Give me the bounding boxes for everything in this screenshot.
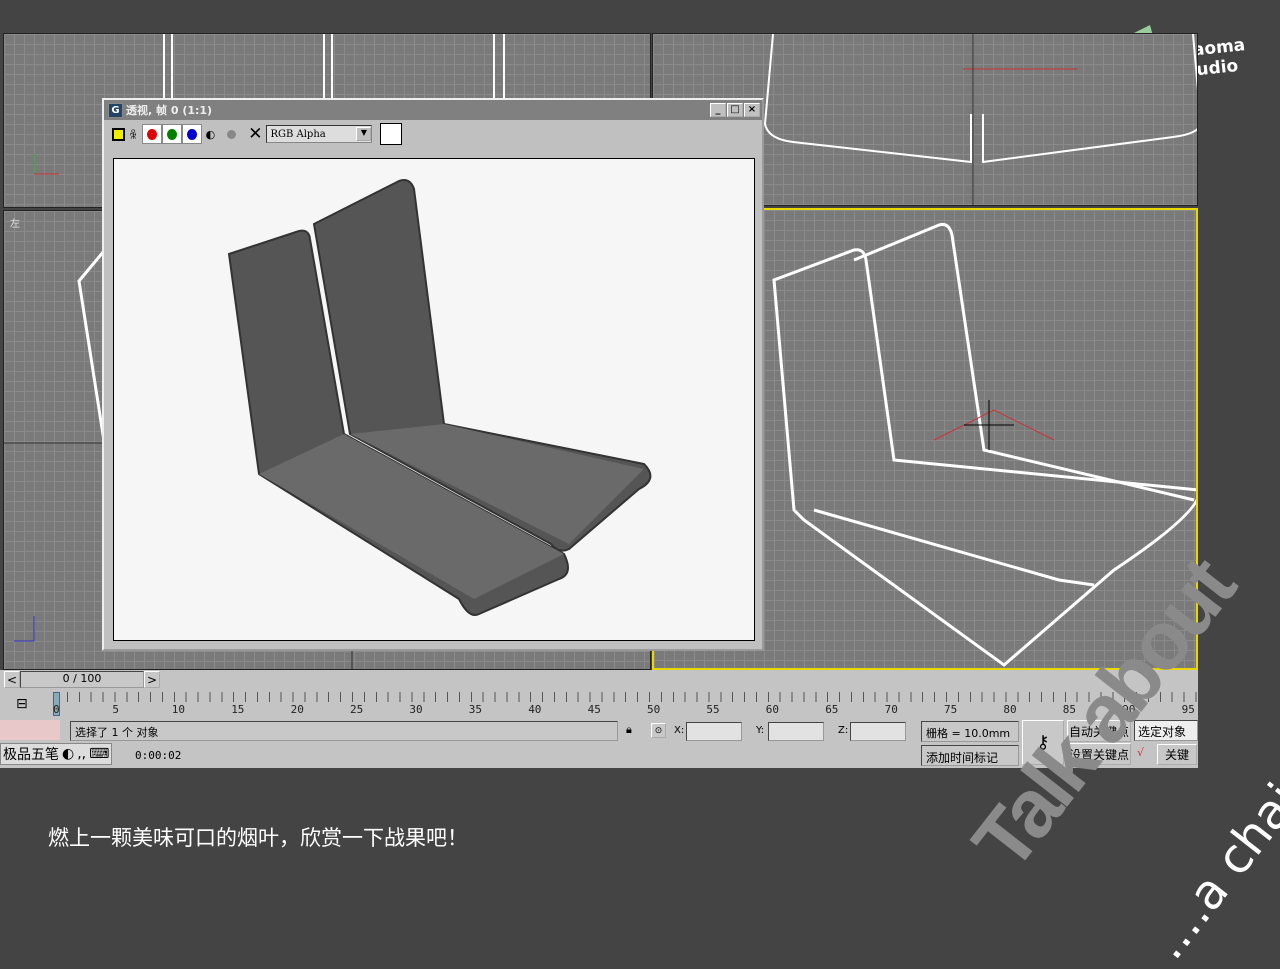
timeline-tick-label: 80	[1003, 703, 1017, 716]
timeline-tick-label: 5	[112, 703, 120, 716]
app-icon: G	[108, 102, 123, 118]
green-channel-button[interactable]	[161, 124, 182, 144]
timeline-tick-label: 40	[528, 703, 542, 716]
timeline-ruler[interactable]	[55, 692, 1198, 718]
x-coordinate-input[interactable]	[686, 722, 742, 741]
z-label: Z:	[838, 725, 849, 736]
window-title: 透视, 帧 0 (1:1)	[126, 104, 213, 117]
timeline-tick-label: 20	[290, 703, 304, 716]
moon-icon[interactable]: ◐	[62, 746, 74, 762]
save-icon[interactable]	[112, 127, 125, 141]
timeline-tick-label: 35	[468, 703, 483, 716]
prev-frame-button[interactable]: <	[4, 671, 20, 688]
alpha-icon[interactable]	[227, 129, 237, 139]
green-channel-icon	[166, 128, 177, 140]
watermark-subtitle: ....a chair	[1140, 757, 1280, 969]
timeline-tick-label: 70	[884, 703, 898, 716]
window-titlebar: G 透视, 帧 0 (1:1) _ □ ×	[104, 100, 762, 120]
render-frame-window: G 透视, 帧 0 (1:1) _ □ × ꆜ ◐ ✕ RGB Alpha ▼	[102, 98, 764, 651]
transform-mode-icon[interactable]: ⊙	[651, 723, 666, 738]
mono-icon[interactable]: ◐	[206, 128, 216, 141]
add-time-tag-button[interactable]: 添加时间标记	[921, 745, 1019, 766]
clone-icon[interactable]: ꆜ	[129, 127, 138, 142]
channel-select-value: RGB Alpha	[270, 128, 326, 140]
close-button[interactable]: ×	[744, 103, 760, 117]
next-frame-button[interactable]: >	[144, 671, 160, 688]
red-channel-icon	[146, 128, 157, 140]
timeline-tick-label: 30	[409, 703, 423, 716]
render-toolbar: ꆜ ◐ ✕ RGB Alpha ▼	[104, 120, 762, 148]
rendered-chair	[227, 179, 652, 616]
timeline-tick-label: 55	[706, 703, 720, 716]
timeline-tick-label: 60	[765, 703, 780, 716]
timeline-tick-label: 65	[825, 703, 839, 716]
blue-channel-icon	[186, 128, 197, 140]
chevron-down-icon[interactable]: ▼	[356, 127, 372, 141]
key-filters-button[interactable]: 关键	[1157, 744, 1197, 765]
z-coordinate-input[interactable]	[850, 722, 906, 741]
red-channel-button[interactable]	[141, 124, 162, 144]
clear-icon[interactable]: ✕	[248, 124, 262, 144]
script-listener[interactable]	[0, 720, 60, 740]
y-coordinate-input[interactable]	[768, 722, 824, 741]
lock-icon[interactable]: 🔒︎	[626, 723, 632, 737]
track-bar-icon[interactable]: ⊟	[16, 696, 28, 712]
selection-status: 选择了 1 个 对象	[70, 721, 618, 741]
render-canvas	[113, 158, 755, 641]
time-display: 0:00:02	[135, 749, 182, 762]
blue-channel-button[interactable]	[181, 124, 202, 144]
grid-size: 栅格 = 10.0mm	[921, 721, 1019, 742]
color-swatch[interactable]	[380, 123, 403, 145]
minimize-button[interactable]: _	[710, 103, 726, 117]
timeline-tick-label: 10	[171, 703, 186, 716]
timeline-tick-label: 95	[1181, 703, 1195, 716]
timeline-tick-label: 75	[944, 703, 958, 716]
time-slider[interactable]: 0 / 100	[20, 671, 144, 688]
caption-text: 燃上一颗美味可口的烟叶，欣赏一下战果吧！	[48, 826, 468, 850]
ime-toolbar[interactable]: 极品五笔 ◐,, ⌨	[0, 743, 113, 765]
timeline-tick-label: 25	[350, 703, 364, 716]
x-label: X:	[674, 725, 685, 736]
punctuation-icon[interactable]: ,,	[77, 746, 86, 762]
y-label: Y:	[756, 725, 765, 736]
timeline-tick-label: 50	[647, 703, 661, 716]
timeline-tick-label: 15	[231, 703, 245, 716]
timeline-tick-label: 0	[53, 703, 60, 716]
ime-name: 极品五笔	[3, 747, 59, 763]
maximize-button[interactable]: □	[727, 103, 743, 117]
timeline-tick-label: 45	[587, 703, 601, 716]
keyboard-icon[interactable]: ⌨	[89, 746, 109, 762]
channel-select[interactable]: RGB Alpha ▼	[266, 125, 373, 143]
